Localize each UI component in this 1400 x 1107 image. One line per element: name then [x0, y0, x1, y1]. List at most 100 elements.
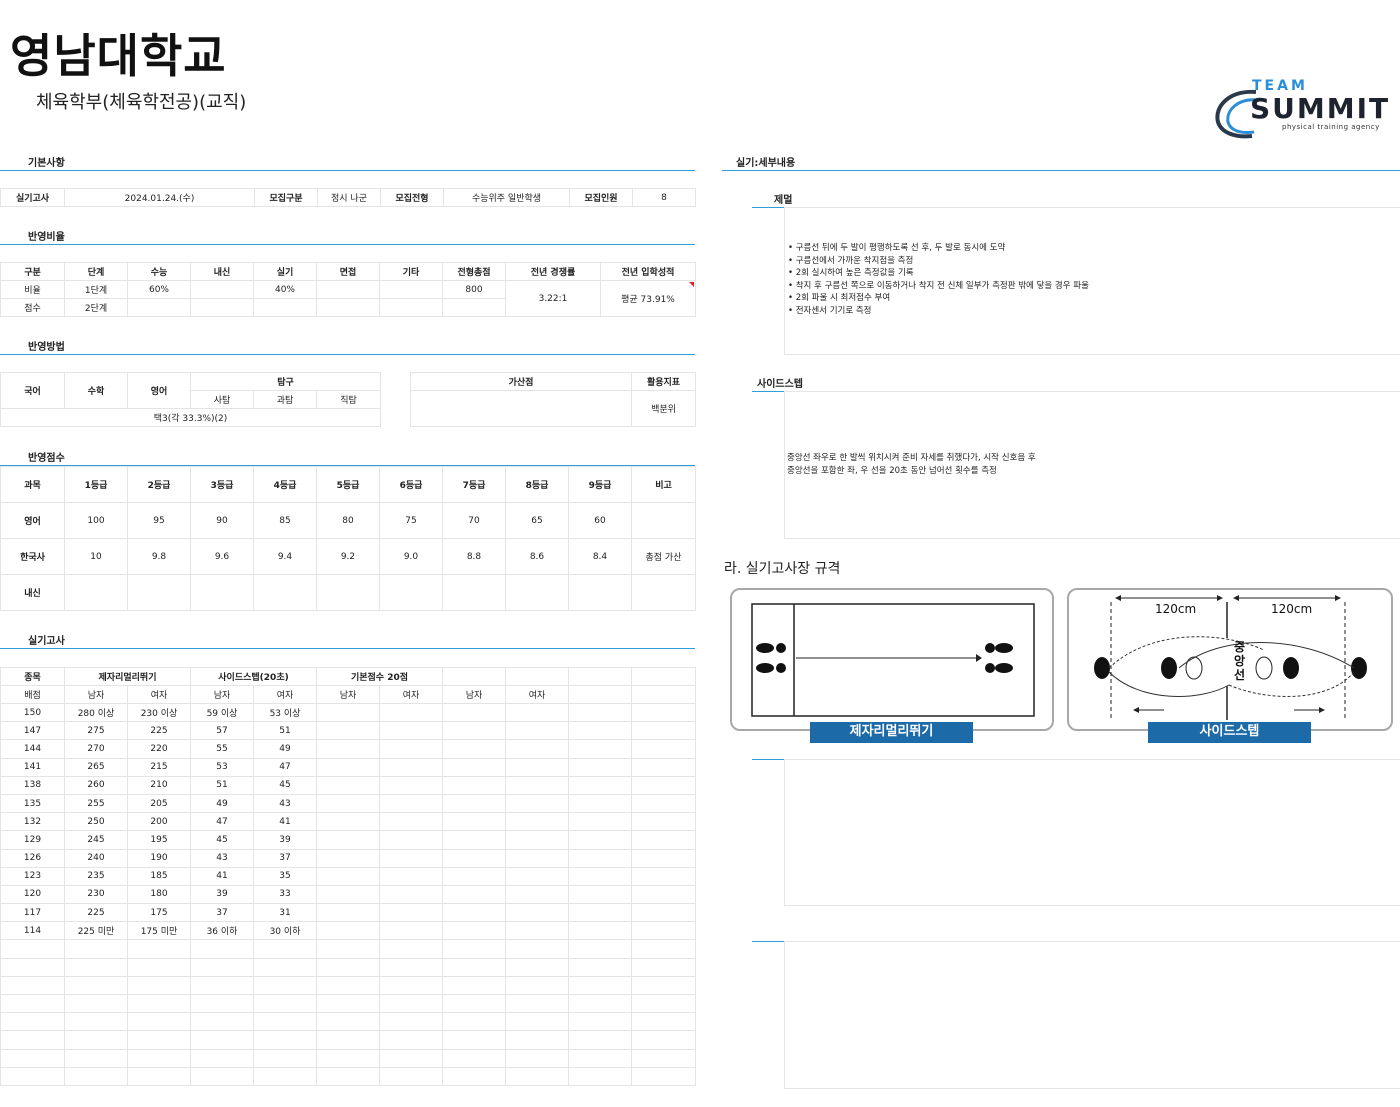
practical-record: 36 이하	[190, 921, 254, 941]
practical-empty-row	[0, 957, 696, 977]
practical-empty-row	[0, 975, 696, 996]
practical-record: 270	[64, 739, 128, 759]
section-detail-line	[722, 170, 1400, 171]
practical-record: 225	[127, 721, 191, 741]
indicator-value: 백분위	[631, 390, 696, 427]
practical-record: 55	[190, 739, 254, 759]
score-cell: 95	[127, 502, 191, 539]
long-jump-field-icon	[751, 603, 1035, 717]
practical-record: 220	[127, 739, 191, 759]
practical-row: 120 230 180 39 33	[0, 884, 696, 905]
empty-box	[784, 941, 1400, 1089]
practical-score: 135	[0, 793, 65, 814]
practical-record: 180	[127, 884, 191, 905]
practical-record: 30 이하	[253, 921, 317, 941]
practical-record: 185	[127, 866, 191, 886]
practical-record: 275	[64, 721, 128, 741]
practical-record: 200	[127, 812, 191, 832]
score-cell: 70	[442, 502, 506, 539]
practical-score: 147	[0, 721, 65, 741]
practical-empty-row	[0, 1048, 696, 1068]
practical-event-label: 종목	[0, 667, 65, 686]
practical-record: 59 이상	[190, 702, 254, 723]
practical-row: 132 250 200 47 41	[0, 812, 696, 832]
section-method-title: 반영방법	[28, 342, 65, 353]
score-cell	[631, 574, 696, 611]
method-english: 영어	[127, 372, 191, 409]
score-row: 영어 100 95 90 85 80 75 70 65 60	[0, 502, 696, 539]
sidestep-text: 중앙선 좌우로 한 발씩 위치시켜 준비 자세를 취했다가, 시작 신호음 후 …	[787, 452, 1036, 477]
practical-female: 여자	[379, 685, 443, 704]
sidestep-diagram-label: 사이드스텝	[1148, 722, 1311, 743]
practical-empty-row	[0, 1012, 696, 1032]
ratio-suneung: 60%	[127, 280, 191, 299]
prev-competition: 3.22:1	[505, 280, 601, 317]
score-subject: 영어	[0, 502, 65, 539]
exam-date-value: 2024.01.24.(수)	[64, 188, 255, 207]
ratio-header: 전형총점	[442, 262, 506, 281]
practical-record: 230	[64, 884, 128, 905]
score-cell: 9.4	[253, 538, 317, 575]
sidestep-distance-left: 120cm	[1155, 602, 1197, 616]
ratio-table: 구분 단계 수능 내신 실기 면접 기타 전형총점 전년 경쟁률 전년 입학성적…	[0, 262, 696, 317]
score-table: 과목 1등급 2등급 3등급 4등급 5등급 6등급 7등급 8등급 9등급 비고 영어 100 95 90…	[0, 466, 696, 611]
method-korean: 국어	[0, 372, 65, 409]
recruit-type-label: 모집구분	[254, 188, 318, 207]
practical-row: 150 280 이상 230 이상 59 이상 53 이상	[0, 702, 696, 723]
method-math: 수학	[64, 372, 128, 409]
venue-spec-title: 라. 실기고사장 규격	[724, 561, 841, 577]
sidestep-distance-right: 120cm	[1271, 602, 1313, 616]
section-practical-title: 실기고사	[28, 636, 65, 647]
practical-record: 49	[253, 739, 317, 759]
sidestep-field-icon	[1094, 595, 1367, 720]
section-practical-line	[0, 648, 695, 649]
method-table: 국어 수학 영어 탐구 사탐 과탐 직탐 택3(각 33.3%)(2)	[0, 372, 382, 427]
practical-record: 41	[190, 866, 254, 886]
section-detail-title: 실기:세부내용	[736, 158, 796, 169]
score-header: 8등급	[505, 466, 569, 503]
comment-marker-icon	[689, 282, 694, 287]
practical-score: 141	[0, 757, 65, 777]
jump-bullet: 착지 후 구름선 쪽으로 이동하거나 착지 전 신체 일부가 측정판 밖에 닿을…	[788, 280, 1089, 293]
practical-event-jump: 제자리멀리뛰기	[64, 667, 191, 686]
score-cell: 65	[505, 502, 569, 539]
practical-record: 43	[190, 848, 254, 868]
practical-record: 195	[127, 830, 191, 850]
practical-male: 남자	[316, 685, 380, 704]
jump-bullets: 구름선 뒤에 두 발이 평행하도록 선 후, 두 발로 동시에 도약 구름선에서…	[788, 242, 1089, 317]
score-cell	[631, 502, 696, 539]
ratio-stage: 1단계	[64, 280, 128, 299]
practical-record: 45	[190, 830, 254, 850]
score-cell	[316, 574, 380, 611]
method-selection: 택3(각 33.3%)(2)	[0, 408, 382, 427]
recruit-track-label: 모집전형	[380, 188, 444, 207]
practical-score: 123	[0, 866, 65, 886]
practical-row: 123 235 185 41 35	[0, 866, 696, 886]
practical-record: 225	[64, 903, 128, 923]
team-summit-logo: TEAM SUMMIT physical training agency	[1212, 78, 1392, 140]
score-cell	[64, 574, 128, 611]
practical-event-sidestep: 사이드스텝(20초)	[190, 667, 317, 686]
logo-summit-text: SUMMIT	[1250, 92, 1391, 125]
section-ratio-line	[0, 244, 695, 245]
practical-row: 114 225 미만 175 미만 36 이하 30 이하	[0, 921, 696, 941]
score-row: 내신	[0, 574, 696, 611]
method-social: 사탐	[190, 390, 254, 409]
jump-title: 제멀	[774, 195, 793, 206]
practical-record: 280 이상	[64, 702, 128, 723]
ratio-header: 단계	[64, 262, 128, 281]
sidestep-diagram: 120cm 120cm 중앙선	[1067, 588, 1393, 731]
practical-score: 120	[0, 884, 65, 905]
practical-record: 47	[190, 812, 254, 832]
practical-empty-row	[0, 1030, 696, 1050]
practical-base-score: 기본점수 20점	[316, 667, 443, 686]
recruit-track-value: 수능위주 일반학생	[443, 188, 570, 207]
section-score-title: 반영점수	[28, 453, 65, 464]
center-line-label: 중앙선	[1234, 640, 1246, 682]
score-cell: 100	[64, 502, 128, 539]
basic-info-table: 실기고사 2024.01.24.(수) 모집구분 정시 나군 모집전형 수능위주…	[0, 188, 696, 207]
practical-row: 117 225 175 37 31	[0, 903, 696, 923]
practical-score: 114	[0, 921, 65, 941]
score-cell: 80	[316, 502, 380, 539]
score-cell: 8.6	[505, 538, 569, 575]
